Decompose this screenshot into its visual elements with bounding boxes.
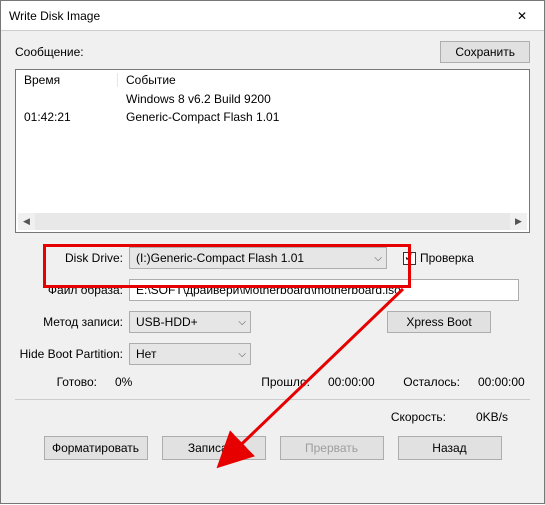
button-row: Форматировать Записать Прервать Назад bbox=[15, 436, 530, 470]
log-row: 01:42:21 Generic-Compact Flash 1.01 bbox=[16, 108, 529, 126]
write-method-value: USB-HDD+ bbox=[136, 315, 198, 329]
titlebar: Write Disk Image ✕ bbox=[1, 1, 544, 31]
disk-drive-row: Disk Drive: (I:)Generic-Compact Flash 1.… bbox=[15, 247, 530, 269]
write-method-select[interactable]: USB-HDD+ ⌵ bbox=[129, 311, 251, 333]
close-icon: ✕ bbox=[517, 9, 527, 23]
scroll-right-icon[interactable]: ▶ bbox=[510, 213, 527, 230]
close-button[interactable]: ✕ bbox=[500, 1, 544, 31]
log-cell-event: Windows 8 v6.2 Build 9200 bbox=[118, 92, 271, 106]
xpress-boot-button[interactable]: Xpress Boot bbox=[387, 311, 491, 333]
log-cell-event: Generic-Compact Flash 1.01 bbox=[118, 110, 279, 124]
image-file-input[interactable]: E:\SOFT\драйвери\Motherboard\motherboard… bbox=[129, 279, 519, 301]
verify-checkbox-wrap[interactable]: Проверка bbox=[403, 251, 474, 265]
image-file-value: E:\SOFT\драйвери\Motherboard\motherboard… bbox=[136, 283, 401, 297]
form-area: Disk Drive: (I:)Generic-Compact Flash 1.… bbox=[15, 247, 530, 389]
hide-boot-select[interactable]: Нет ⌵ bbox=[129, 343, 251, 365]
write-method-label: Метод записи: bbox=[15, 315, 129, 329]
hide-boot-row: Hide Boot Partition: Нет ⌵ bbox=[15, 343, 530, 365]
hide-boot-value: Нет bbox=[136, 347, 156, 361]
scroll-track[interactable] bbox=[35, 213, 510, 230]
remain-value: 00:00:00 bbox=[460, 375, 530, 389]
speed-value: 0KB/s bbox=[476, 410, 508, 424]
speed-row: Скорость: 0KB/s bbox=[15, 410, 530, 424]
image-file-row: Файл образа: E:\SOFT\драйвери\Motherboar… bbox=[15, 279, 530, 301]
window-title: Write Disk Image bbox=[9, 9, 100, 23]
write-method-row: Метод записи: USB-HDD+ ⌵ Xpress Boot bbox=[15, 311, 530, 333]
log-panel: Время Событие Windows 8 v6.2 Build 9200 … bbox=[15, 69, 530, 233]
disk-drive-label: Disk Drive: bbox=[15, 251, 129, 265]
image-file-label: Файл образа: bbox=[15, 283, 129, 297]
ready-label: Готово: bbox=[15, 375, 97, 389]
progress-row: Готово: 0% Прошло: 00:00:00 Осталось: 00… bbox=[15, 375, 530, 389]
disk-drive-value: (I:)Generic-Compact Flash 1.01 bbox=[136, 251, 304, 265]
back-button[interactable]: Назад bbox=[398, 436, 502, 460]
save-button[interactable]: Сохранить bbox=[440, 41, 530, 63]
elapsed-label: Прошло: bbox=[250, 375, 310, 389]
horizontal-scrollbar[interactable]: ◀ ▶ bbox=[18, 213, 527, 230]
log-row: Windows 8 v6.2 Build 9200 bbox=[16, 90, 529, 108]
message-label: Сообщение: bbox=[15, 45, 84, 59]
message-row: Сообщение: Сохранить bbox=[15, 41, 530, 63]
content-area: Сообщение: Сохранить Время Событие Windo… bbox=[1, 31, 544, 470]
write-button[interactable]: Записать bbox=[162, 436, 266, 460]
verify-checkbox-label: Проверка bbox=[420, 251, 474, 265]
chevron-down-icon: ⌵ bbox=[374, 253, 382, 264]
log-header: Время Событие bbox=[16, 70, 529, 90]
scroll-left-icon[interactable]: ◀ bbox=[18, 213, 35, 230]
chevron-down-icon: ⌵ bbox=[238, 317, 246, 328]
log-cell-time: 01:42:21 bbox=[16, 110, 118, 124]
log-body: Windows 8 v6.2 Build 9200 01:42:21 Gener… bbox=[16, 90, 529, 126]
log-header-time: Время bbox=[16, 73, 118, 87]
window-frame: Write Disk Image ✕ Сообщение: Сохранить … bbox=[0, 0, 545, 504]
remain-label: Осталось: bbox=[390, 375, 460, 389]
log-header-event: Событие bbox=[118, 73, 176, 87]
ready-value: 0% bbox=[97, 375, 139, 389]
chevron-down-icon: ⌵ bbox=[238, 349, 246, 360]
verify-checkbox[interactable] bbox=[403, 252, 416, 265]
speed-label: Скорость: bbox=[391, 410, 446, 424]
hide-boot-label: Hide Boot Partition: bbox=[15, 347, 129, 361]
elapsed-value: 00:00:00 bbox=[310, 375, 390, 389]
divider bbox=[15, 399, 530, 400]
disk-drive-select[interactable]: (I:)Generic-Compact Flash 1.01 ⌵ bbox=[129, 247, 387, 269]
abort-button: Прервать bbox=[280, 436, 384, 460]
format-button[interactable]: Форматировать bbox=[44, 436, 148, 460]
